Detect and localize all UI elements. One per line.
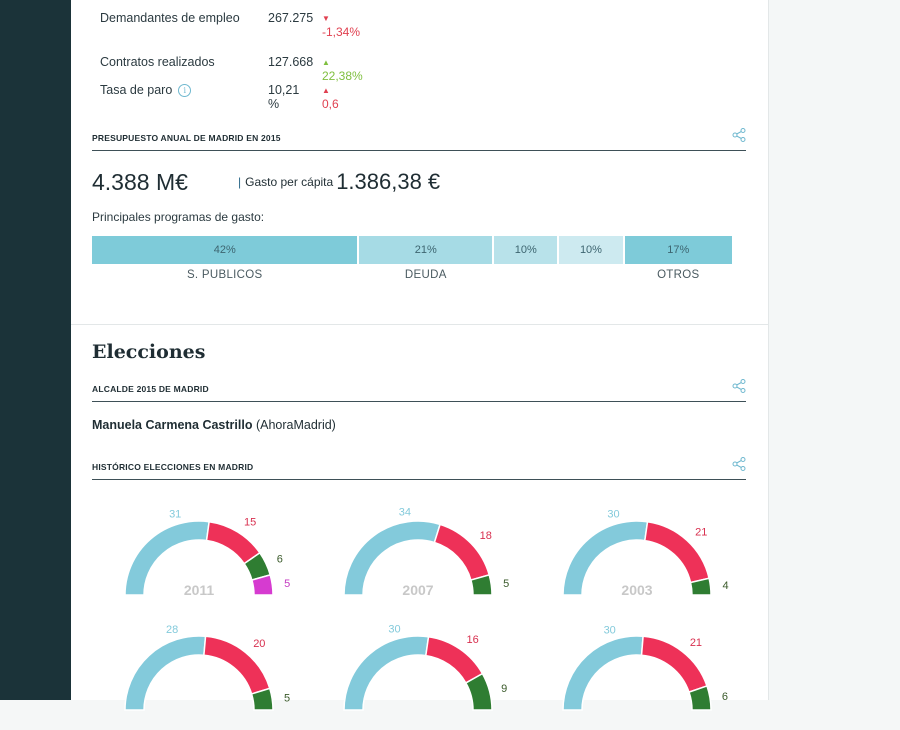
stat-value: 127.668 — [268, 55, 314, 69]
share-icon[interactable] — [732, 457, 746, 471]
chart-year-label: 2003 — [621, 582, 652, 598]
donut-slice-value: 21 — [695, 527, 707, 539]
election-chart-row2-4: 30 16 9 — [319, 620, 519, 730]
election-chart-2011: 31 15 6 5 2011 — [100, 505, 300, 615]
mayor-party: (AhoraMadrid) — [255, 418, 336, 432]
budget-segment-label: S. PUBLICOS — [186, 269, 263, 281]
donut-slice-value: 31 — [169, 508, 181, 520]
budget-segment: 21% — [359, 236, 493, 264]
budget-segment-label: DEUDA — [404, 269, 447, 281]
info-icon[interactable]: i — [178, 84, 192, 97]
half-donut-svg: 31 15 6 5 2011 — [124, 508, 290, 598]
donut-slice-value: 4 — [722, 580, 728, 592]
share-icon[interactable] — [732, 379, 746, 393]
donut-slice-value: 5 — [503, 578, 509, 590]
half-donut-svg: 30 21 6 — [562, 624, 728, 711]
stat-label: Contratos realizados — [100, 55, 215, 69]
per-capita: | Gasto per cápita 1.386,38 € — [238, 169, 441, 194]
donut-slice-value: 6 — [722, 691, 728, 703]
donut-slice-value: 5 — [284, 692, 290, 704]
per-capita-label: Gasto per cápita — [245, 175, 334, 189]
half-donut-svg: 30 16 9 — [343, 623, 507, 711]
half-donut-svg: 28 20 5 — [124, 624, 290, 711]
donut-slice-blue — [343, 635, 430, 711]
donut-slice-value: 20 — [253, 638, 265, 650]
section-title: HISTÓRICO ELECCIONES EN MADRID — [92, 462, 254, 472]
budget-segment: 42% — [92, 236, 358, 264]
donut-slice-value: 30 — [604, 624, 616, 636]
per-capita-value: 1.386,38 € — [336, 169, 441, 194]
budget-segment: 17% — [624, 236, 732, 264]
budget-section-header: PRESUPUESTO ANUAL DE MADRID EN 2015 — [92, 128, 746, 151]
stat-value: 10,21 % — [268, 83, 300, 111]
stat-change: ▼ -1,34% — [322, 14, 361, 39]
programs-label: Principales programas de gasto: — [92, 210, 265, 224]
arrow-up-icon: ▲ — [322, 58, 330, 67]
mayor-name: Manuela Carmena Castrillo — [92, 418, 253, 432]
donut-slice-value: 6 — [277, 553, 283, 565]
chart-year-label: 2007 — [402, 582, 433, 598]
history-section-header: HISTÓRICO ELECCIONES EN MADRID — [92, 457, 746, 480]
budget-segment-label: OTROS — [657, 269, 700, 281]
donut-slice-value: 30 — [607, 508, 619, 520]
mayor-section-header: ALCALDE 2015 DE MADRID — [92, 379, 746, 402]
half-donut-svg: 30 21 4 2003 — [562, 508, 729, 598]
mayor-info: Manuela Carmena Castrillo (AhoraMadrid) — [92, 418, 336, 432]
section-divider — [71, 324, 768, 325]
arrow-down-icon: ▼ — [322, 14, 330, 23]
election-chart-2003: 30 21 4 2003 — [538, 505, 738, 615]
donut-slice-blue — [562, 635, 644, 711]
donut-slice-value: 30 — [388, 623, 400, 635]
election-chart-2007: 34 18 5 2007 — [319, 505, 519, 615]
chart-year-label: 2011 — [184, 582, 215, 598]
donut-slice-value: 9 — [501, 683, 507, 695]
election-chart-row2-3: 28 20 5 — [100, 620, 300, 730]
donut-slice-value: 16 — [467, 634, 479, 646]
election-chart-row2-5: 30 21 6 — [538, 620, 738, 730]
donut-slice-value: 28 — [166, 624, 178, 636]
donut-slice-value: 34 — [399, 506, 411, 518]
left-sidebar-rail — [0, 0, 71, 700]
section-title: PRESUPUESTO ANUAL DE MADRID EN 2015 — [92, 133, 281, 143]
donut-slice-value: 15 — [244, 517, 256, 529]
share-icon[interactable] — [732, 128, 746, 142]
half-donut-svg: 34 18 5 2007 — [343, 506, 509, 598]
stat-label: Demandantes de empleo — [100, 11, 240, 25]
budget-bar: 42% 21% 10% 10% 17% — [92, 236, 732, 264]
donut-slice-value: 21 — [690, 637, 702, 649]
budget-segment: 10% — [559, 236, 623, 264]
donut-slice-blue — [124, 635, 207, 711]
stat-value: 267.275 — [268, 11, 314, 25]
donut-slice-value: 5 — [284, 578, 290, 590]
right-background — [768, 0, 900, 700]
donut-slice-value: 18 — [480, 530, 492, 542]
elections-heading: Elecciones — [92, 341, 206, 363]
budget-total: 4.388 M€ — [92, 169, 188, 195]
stat-change: ▲ 22,38% — [322, 58, 363, 83]
stat-label: Tasa de paro i — [100, 83, 240, 98]
stat-change: ▲ 0,6 — [322, 86, 339, 111]
section-title: ALCALDE 2015 DE MADRID — [92, 384, 209, 394]
budget-segment: 10% — [494, 236, 558, 264]
arrow-up-icon: ▲ — [322, 86, 330, 95]
